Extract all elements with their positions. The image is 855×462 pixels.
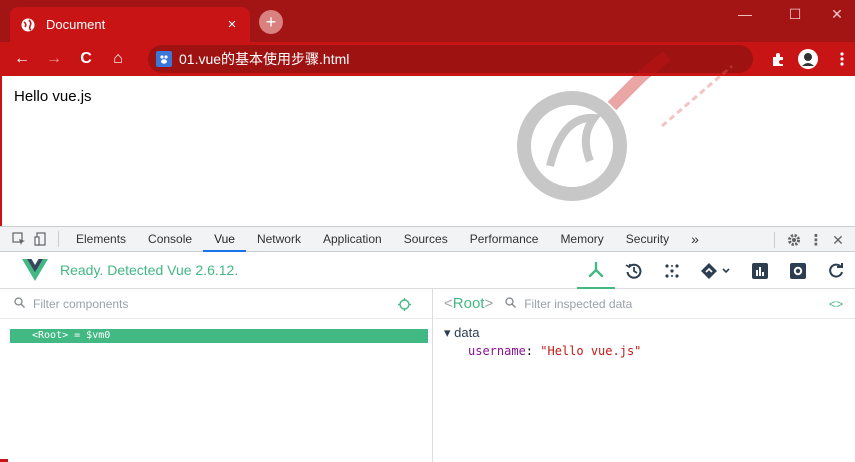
vue-status-text: Ready. Detected Vue 2.6.12. [60, 262, 239, 278]
back-button[interactable]: ← [10, 47, 34, 71]
filter-components-placeholder: Filter components [33, 296, 129, 311]
browser-tab[interactable]: Document × [10, 7, 250, 42]
tab-elements[interactable]: Elements [65, 227, 137, 252]
tab-sources[interactable]: Sources [393, 227, 459, 252]
globe-icon [20, 17, 36, 33]
inspector-panel: <Root> Filter inspected data <> ▾ data u… [434, 289, 855, 462]
components-tab-icon[interactable] [577, 252, 615, 289]
search-icon [505, 296, 517, 311]
profile-avatar[interactable] [796, 47, 820, 71]
browser-window: Document × + — ☐ ✕ ← → C ⌂ 01.vue的基本使用步骤… [0, 0, 855, 462]
vuex-store-icon[interactable] [653, 252, 691, 289]
expand-arrow-icon: ▾ [444, 325, 451, 340]
forward-button[interactable]: → [42, 47, 66, 71]
filter-components-field[interactable]: Filter components [0, 289, 432, 319]
components-panel: Filter components <Root> = $vm0 [0, 289, 433, 462]
minimize-button[interactable]: — [723, 0, 767, 28]
root-close-bracket: > [484, 295, 494, 312]
title-bar: Document × + — ☐ ✕ [0, 0, 855, 42]
tab-application[interactable]: Application [312, 227, 393, 252]
property-key: username [468, 344, 526, 358]
toolbar-divider [774, 232, 775, 248]
refresh-icon[interactable] [817, 252, 855, 289]
tab-close-icon[interactable]: × [224, 16, 240, 33]
devtools-menu-icon[interactable]: ⋮ [805, 229, 827, 251]
vue-devtools-header: Ready. Detected Vue 2.6.12. [0, 252, 855, 289]
home-button[interactable]: ⌂ [106, 47, 130, 71]
reload-button[interactable]: C [74, 47, 98, 71]
inspect-element-icon[interactable] [8, 228, 30, 250]
tab-security[interactable]: Security [615, 227, 680, 252]
tab-console[interactable]: Console [137, 227, 203, 252]
new-tab-button[interactable]: + [259, 10, 283, 34]
close-window-button[interactable]: ✕ [815, 0, 855, 28]
chrome-menu-icon[interactable] [830, 47, 854, 71]
tab-network[interactable]: Network [246, 227, 312, 252]
router-dropdown-icon[interactable] [691, 252, 741, 289]
watermark-logo [517, 51, 733, 201]
settings-gear-icon[interactable] [783, 229, 805, 251]
code-open-icon[interactable]: <> [829, 297, 843, 311]
filter-inspected-data-field[interactable]: Filter inspected data [524, 297, 632, 311]
tab-memory[interactable]: Memory [549, 227, 614, 252]
extensions-icon[interactable] [766, 47, 790, 71]
devtools-close-icon[interactable]: ✕ [827, 229, 849, 251]
favicon-icon [156, 51, 172, 67]
root-name: Root [452, 295, 485, 312]
root-component-row[interactable]: <Root> = $vm0 [10, 329, 428, 343]
page-text: Hello vue.js [14, 88, 92, 105]
devtools-tab-strip: Elements Console Vue Network Application… [0, 226, 855, 252]
select-component-icon[interactable] [398, 298, 411, 314]
property-value: "Hello vue.js" [540, 344, 642, 358]
root-open-bracket: < [444, 295, 453, 312]
data-section-label: data [454, 325, 480, 340]
maximize-button[interactable]: ☐ [773, 0, 817, 28]
data-property-row[interactable]: username: "Hello vue.js" [468, 344, 641, 358]
more-tabs-button[interactable]: » [680, 227, 710, 252]
address-text: 01.vue的基本使用步骤.html [179, 51, 350, 67]
performance-chart-icon[interactable] [741, 252, 779, 289]
tab-performance[interactable]: Performance [459, 227, 550, 252]
search-icon [14, 296, 25, 311]
property-separator: : [525, 344, 541, 358]
page-content: Hello vue.js [0, 51, 855, 226]
inspector-header: <Root> Filter inspected data <> [434, 289, 855, 319]
vue-logo-icon [22, 259, 48, 281]
vue-toolbar [577, 252, 855, 289]
toolbar-divider [58, 231, 59, 247]
timeline-history-icon[interactable] [615, 252, 653, 289]
inspected-component-name: <Root> [444, 295, 493, 312]
settings-icon[interactable] [779, 252, 817, 289]
tab-vue[interactable]: Vue [203, 227, 246, 252]
device-toolbar-icon[interactable] [30, 228, 52, 250]
tab-title: Document [46, 17, 106, 32]
data-section-header[interactable]: ▾ data [444, 325, 479, 341]
